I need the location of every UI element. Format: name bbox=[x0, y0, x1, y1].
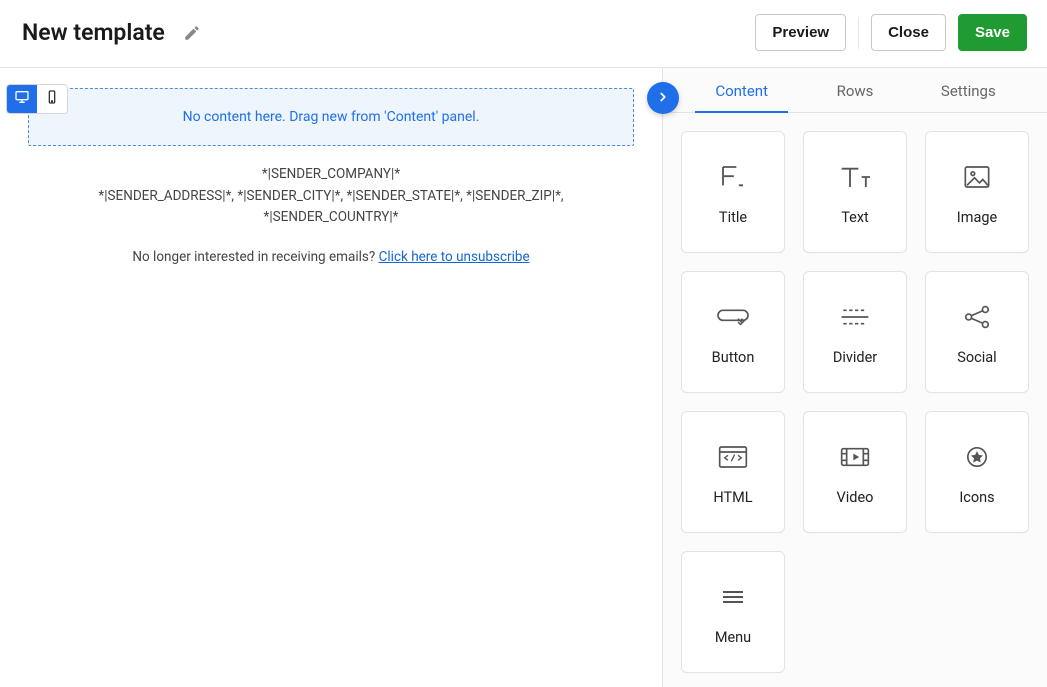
sender-address: *|SENDER_ADDRESS|*, *|SENDER_CITY|*, *|S… bbox=[28, 186, 634, 208]
unsubscribe-prefix: No longer interested in receiving emails… bbox=[132, 249, 378, 265]
divider-icon bbox=[835, 299, 875, 335]
block-label: Menu bbox=[715, 629, 751, 646]
pencil-icon[interactable] bbox=[183, 24, 201, 42]
block-label: Social bbox=[957, 349, 996, 366]
divider bbox=[858, 17, 859, 49]
mobile-icon bbox=[44, 89, 60, 109]
html-icon bbox=[713, 439, 753, 475]
tab-content[interactable]: Content bbox=[685, 68, 798, 112]
block-button[interactable]: Button bbox=[681, 271, 785, 393]
block-label: Divider bbox=[833, 349, 877, 366]
block-text[interactable]: Text bbox=[803, 131, 907, 253]
text-icon bbox=[835, 159, 875, 195]
unsubscribe-link[interactable]: Click here to unsubscribe bbox=[379, 249, 530, 265]
preview-button[interactable]: Preview bbox=[755, 14, 846, 51]
tab-settings[interactable]: Settings bbox=[912, 68, 1025, 112]
image-icon bbox=[957, 159, 997, 195]
block-label: Image bbox=[957, 209, 997, 226]
panel-collapse-button[interactable] bbox=[647, 82, 679, 114]
save-button[interactable]: Save bbox=[958, 14, 1027, 51]
device-switch bbox=[6, 84, 68, 114]
chevron-right-icon bbox=[656, 89, 670, 108]
mobile-view-button[interactable] bbox=[37, 85, 67, 113]
content-blocks-grid: Title Text Image Button bbox=[663, 113, 1047, 687]
sender-country: *|SENDER_COUNTRY|* bbox=[28, 207, 634, 229]
footer-block: *|SENDER_COMPANY|* *|SENDER_ADDRESS|*, *… bbox=[28, 164, 634, 268]
social-icon bbox=[957, 299, 997, 335]
block-menu[interactable]: Menu bbox=[681, 551, 785, 673]
panel-tabs: Content Rows Settings bbox=[663, 68, 1047, 113]
empty-dropzone[interactable]: No content here. Drag new from 'Content'… bbox=[28, 88, 634, 146]
block-label: Button bbox=[712, 349, 755, 366]
tab-rows[interactable]: Rows bbox=[798, 68, 911, 112]
button-icon bbox=[713, 299, 753, 335]
block-label: Title bbox=[719, 209, 747, 226]
block-label: Video bbox=[837, 489, 874, 506]
header-left: New template bbox=[22, 19, 201, 46]
side-panel: Content Rows Settings Title Text bbox=[662, 68, 1047, 687]
block-social[interactable]: Social bbox=[925, 271, 1029, 393]
unsubscribe-line: No longer interested in receiving emails… bbox=[28, 247, 634, 269]
block-label: HTML bbox=[713, 489, 752, 506]
main: No content here. Drag new from 'Content'… bbox=[0, 68, 1047, 687]
desktop-view-button[interactable] bbox=[7, 85, 37, 113]
header-actions: Preview Close Save bbox=[755, 14, 1027, 51]
block-html[interactable]: HTML bbox=[681, 411, 785, 533]
block-video[interactable]: Video bbox=[803, 411, 907, 533]
block-icons[interactable]: Icons bbox=[925, 411, 1029, 533]
title-icon bbox=[713, 159, 753, 195]
close-button[interactable]: Close bbox=[871, 14, 946, 51]
desktop-icon bbox=[14, 89, 30, 109]
video-icon bbox=[835, 439, 875, 475]
header: New template Preview Close Save bbox=[0, 0, 1047, 68]
editor-canvas: No content here. Drag new from 'Content'… bbox=[0, 68, 662, 687]
block-divider[interactable]: Divider bbox=[803, 271, 907, 393]
sender-company: *|SENDER_COMPANY|* bbox=[28, 164, 634, 186]
block-title[interactable]: Title bbox=[681, 131, 785, 253]
icons-icon bbox=[957, 439, 997, 475]
page-title: New template bbox=[22, 19, 165, 46]
block-label: Icons bbox=[959, 489, 994, 506]
block-label: Text bbox=[841, 209, 869, 226]
menu-icon bbox=[713, 579, 753, 615]
block-image[interactable]: Image bbox=[925, 131, 1029, 253]
